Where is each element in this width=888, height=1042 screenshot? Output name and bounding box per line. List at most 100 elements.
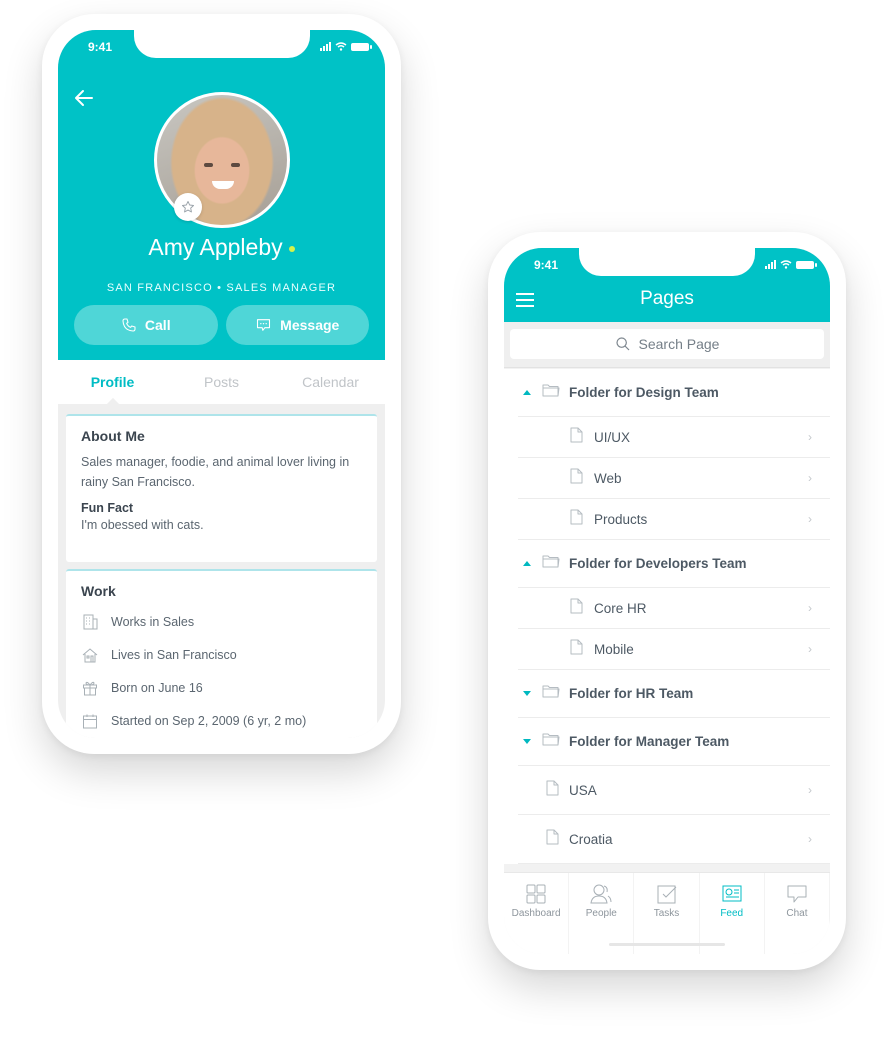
profile-tabs: Profile Posts Calendar (58, 360, 385, 404)
page-label: Croatia (569, 831, 613, 847)
action-row: Call Message (74, 305, 369, 345)
page-label: Mobile (594, 641, 634, 657)
nav-people[interactable]: People (569, 873, 635, 954)
nav-label: People (585, 908, 617, 919)
arrow-left-icon[interactable] (72, 86, 96, 110)
page-row[interactable]: UI/UX › (518, 417, 830, 458)
page-row[interactable]: Products › (518, 499, 830, 540)
wifi-icon (780, 260, 792, 269)
page-row[interactable]: Web › (518, 458, 830, 499)
message-button[interactable]: Message (225, 305, 369, 345)
page-label: Core HR (594, 600, 647, 616)
tab-calendar[interactable]: Calendar (276, 360, 385, 404)
nav-label: Chat (786, 908, 808, 919)
folder-label: Folder for Design Team (569, 385, 719, 400)
chat-bubble-icon (257, 319, 271, 331)
fun-fact-title: Fun Fact (81, 501, 134, 515)
tab-posts[interactable]: Posts (167, 360, 276, 404)
nav-label: Feed (720, 908, 744, 919)
dashboard-icon (526, 884, 546, 904)
battery-icon (796, 260, 817, 269)
tasks-icon (657, 885, 676, 904)
page-label: Web (594, 470, 622, 486)
chevron-right-icon: › (808, 642, 812, 656)
nav-label: Tasks (653, 908, 680, 919)
profile-name-text: Amy Appleby (148, 234, 283, 260)
chevron-right-icon: › (808, 601, 812, 615)
call-button[interactable]: Call (74, 305, 218, 345)
battery-icon (351, 42, 372, 51)
nav-dashboard[interactable]: Dashboard (504, 873, 570, 954)
home-indicator[interactable] (609, 943, 725, 946)
folder-row[interactable]: Folder for Design Team (518, 369, 830, 417)
nav-tasks[interactable]: Tasks (634, 873, 700, 954)
search-placeholder: Search Page (638, 336, 720, 352)
work-item-text: Born on June 16 (111, 680, 203, 695)
page-row[interactable]: Croatia › (518, 815, 830, 864)
page-title: Pages (640, 288, 694, 309)
folder-row[interactable]: Folder for Developers Team (518, 540, 830, 588)
phone-icon (122, 318, 136, 332)
page-icon-wrap (570, 509, 583, 530)
caret-down-icon[interactable] (523, 691, 531, 696)
page-icon-wrap (570, 639, 583, 660)
page-label: Products (594, 511, 648, 527)
nav-chat[interactable]: Chat (765, 873, 830, 954)
fun-fact-text: I'm obessed with cats. (81, 518, 204, 532)
folder-row[interactable]: Folder for Manager Team (518, 718, 830, 766)
gift-icon (83, 681, 97, 695)
status-icons (765, 260, 817, 269)
call-label: Call (144, 317, 171, 333)
work-item: Born on June 16 (81, 671, 362, 704)
avatar-eye (204, 163, 213, 167)
nav-feed[interactable]: Feed (700, 873, 765, 954)
profile-name: Amy Appleby (58, 234, 385, 261)
status-time: 9:41 (534, 258, 559, 272)
folder-icon-wrap (542, 684, 560, 703)
chevron-right-icon: › (808, 471, 812, 485)
caret-up-icon[interactable] (523, 561, 531, 566)
page-icon-wrap (546, 780, 559, 801)
profile-phone: 9:41 Amy Appleby SAN FRANCISCO • SALES M… (42, 14, 401, 754)
page-icon (546, 829, 559, 844)
favorite-button[interactable] (174, 193, 202, 221)
signal-icon (765, 260, 776, 269)
page-row[interactable]: Core HR › (518, 588, 830, 629)
page-icon-wrap (570, 427, 583, 448)
message-label: Message (280, 317, 340, 333)
folder-label: Folder for HR Team (569, 686, 694, 701)
page-icon (546, 780, 559, 795)
page-row[interactable]: Mobile › (518, 629, 830, 670)
caret-down-icon[interactable] (523, 739, 531, 744)
folder-icon (542, 685, 560, 698)
folder-icon-wrap (542, 383, 560, 402)
chevron-right-icon: › (808, 430, 812, 444)
pages-screen: 9:41 Pages Search Page Folder for Design… (504, 248, 830, 954)
page-label: UI/UX (594, 429, 631, 445)
wifi-icon (335, 42, 347, 51)
tab-profile[interactable]: Profile (58, 360, 167, 404)
page-icon-wrap (570, 468, 583, 489)
work-card: Work Works in Sales Lives in San Francis… (66, 569, 377, 738)
folder-row[interactable]: Folder for HR Team (518, 670, 830, 718)
folder-label: Folder for Manager Team (569, 734, 730, 749)
notch (579, 248, 755, 276)
nav-label: Dashboard (511, 908, 561, 919)
chat-icon (787, 885, 807, 903)
folder-label: Folder for Developers Team (569, 556, 747, 571)
work-item: Started on Sep 2, 2009 (6 yr, 2 mo) (81, 704, 362, 737)
page-row[interactable]: USA › (518, 766, 830, 815)
caret-up-icon[interactable] (523, 390, 531, 395)
pages-phone: 9:41 Pages Search Page Folder for Design… (488, 232, 846, 970)
work-item: Works in Sales (81, 605, 362, 638)
profile-header: 9:41 Amy Appleby SAN FRANCISCO • SALES M… (58, 30, 385, 360)
notch (133, 30, 310, 58)
people-icon (590, 884, 612, 904)
work-item-text: Lives in San Francisco (111, 647, 237, 662)
page-icon (570, 509, 583, 524)
profile-screen: 9:41 Amy Appleby SAN FRANCISCO • SALES M… (58, 30, 385, 738)
search-input[interactable]: Search Page (510, 329, 824, 359)
page-icon (570, 639, 583, 654)
signal-icon (320, 42, 331, 51)
profile-subtitle: SAN FRANCISCO • SALES MANAGER (106, 282, 337, 294)
